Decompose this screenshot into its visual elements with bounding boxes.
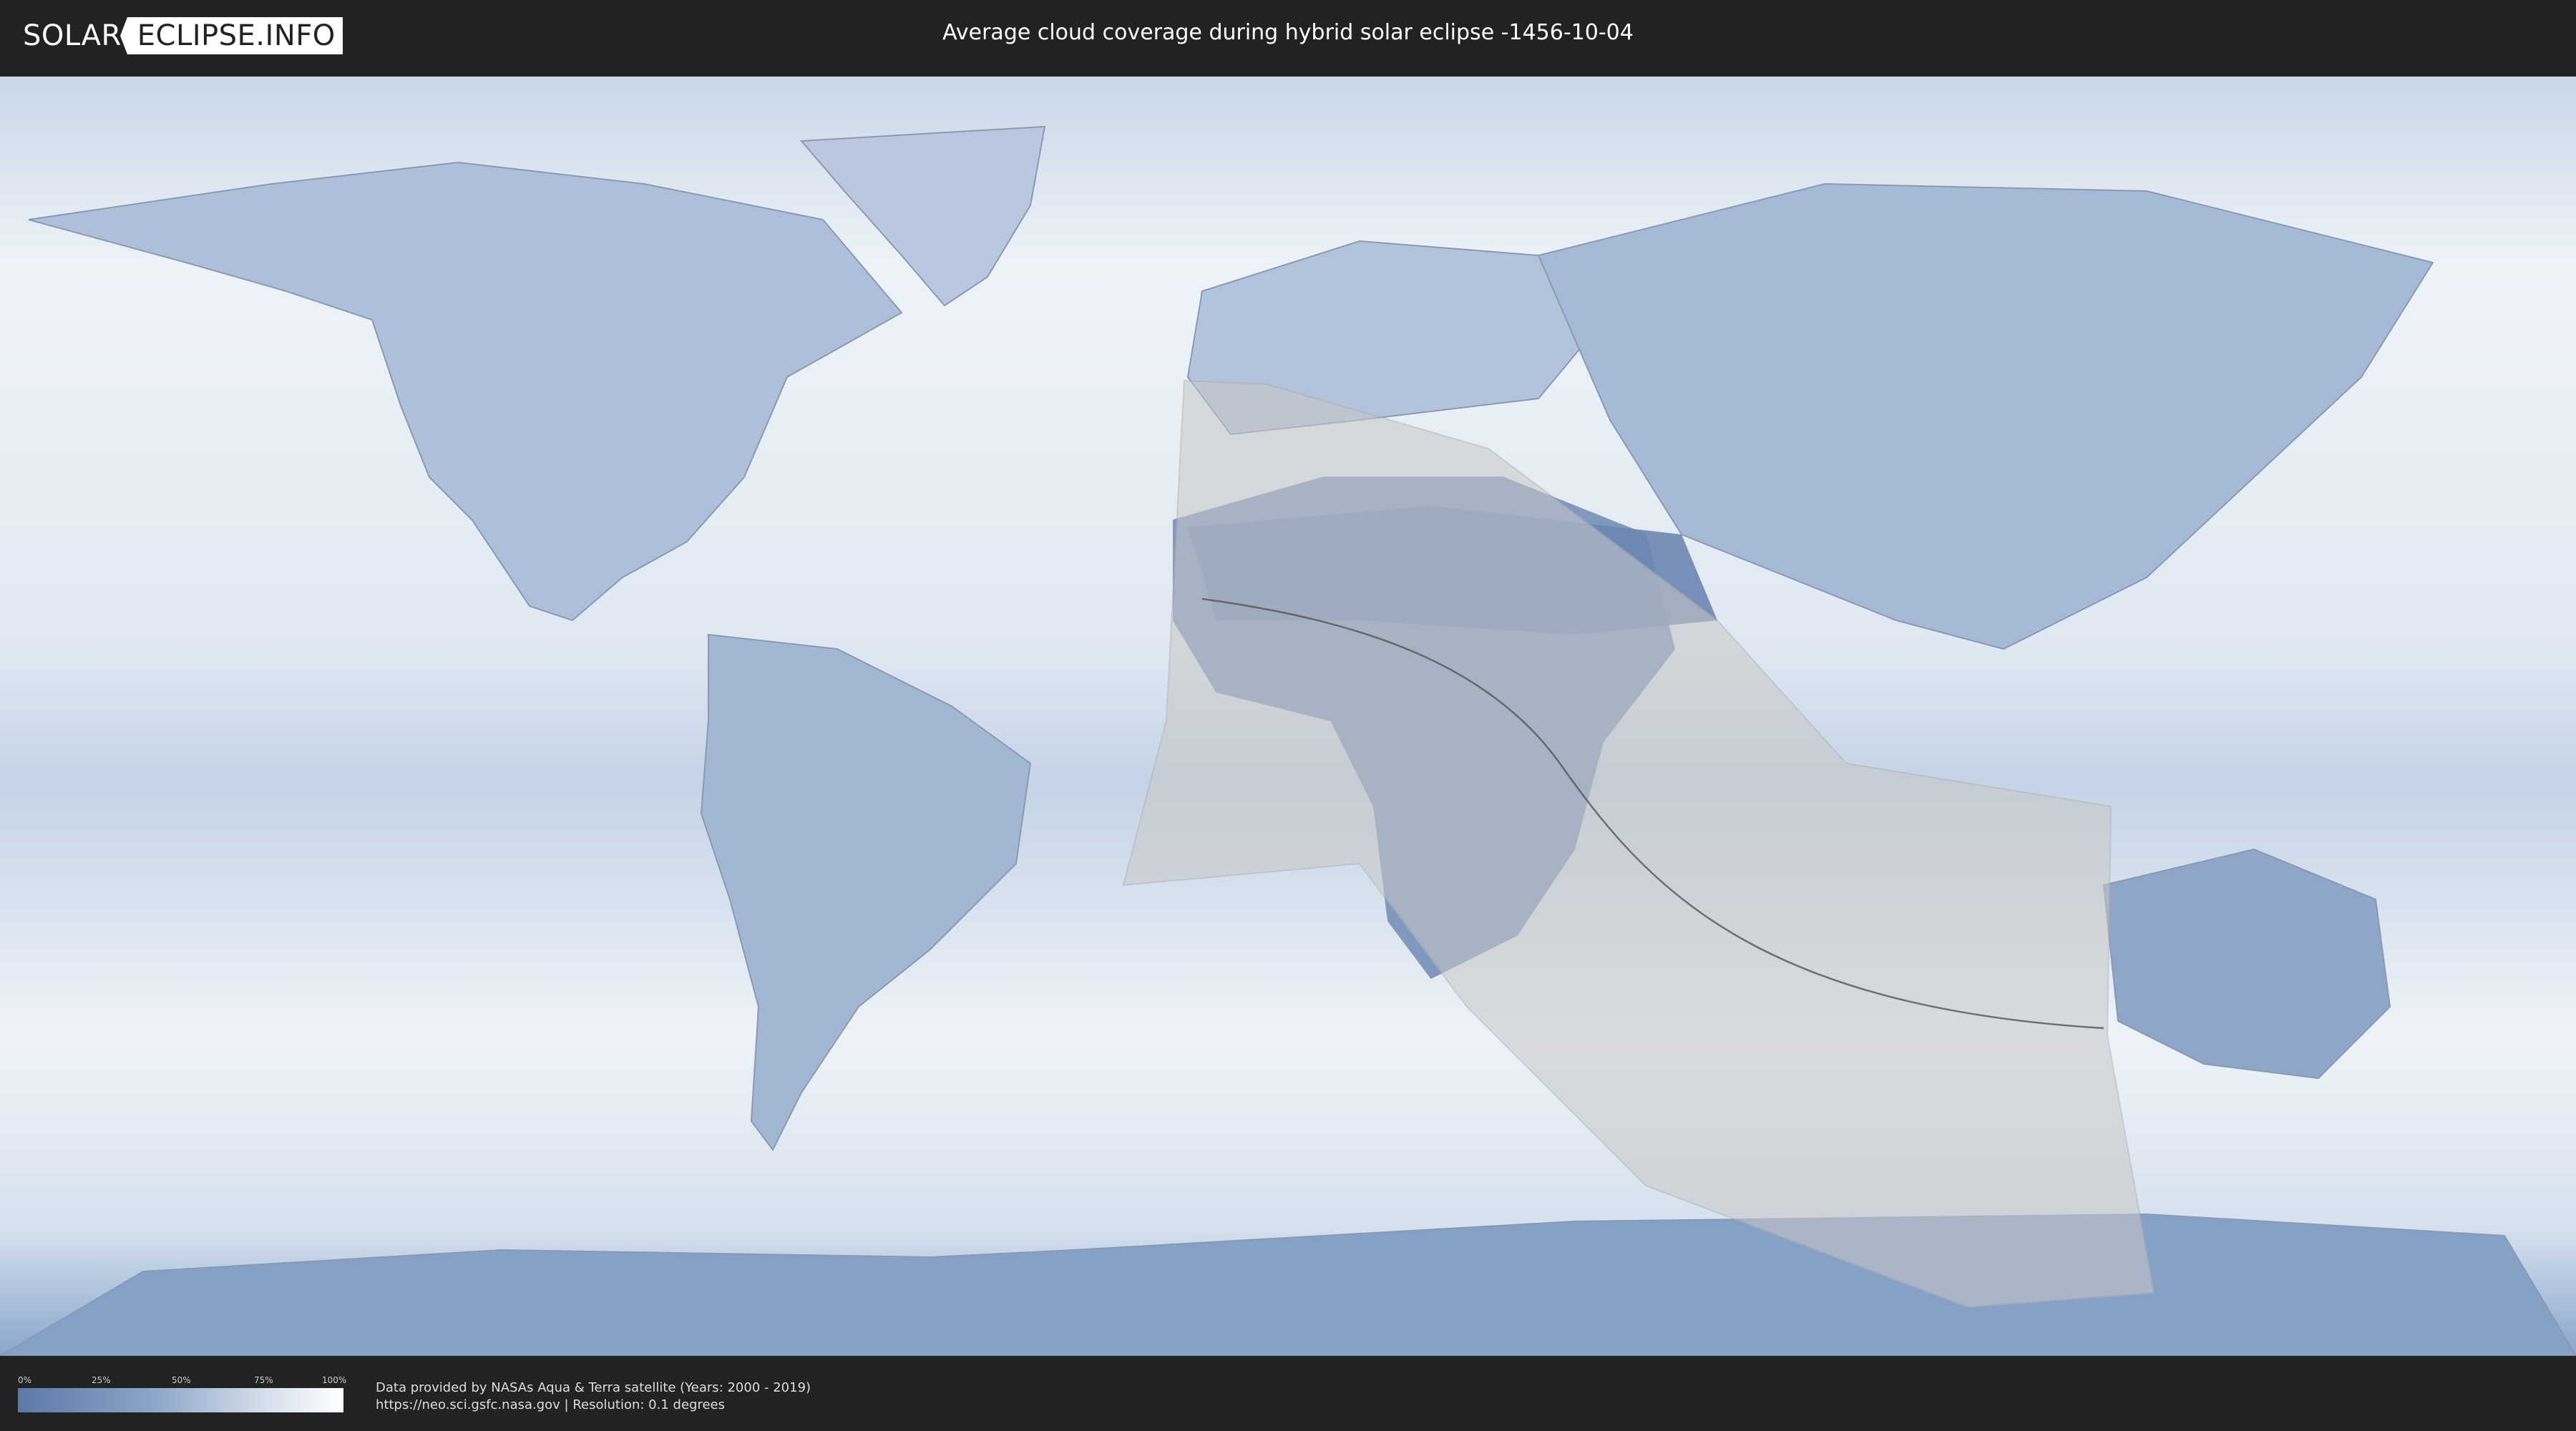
logo-solar-text: SOLAR bbox=[23, 19, 122, 52]
legend-tick-100: 100% bbox=[322, 1375, 347, 1385]
data-source-link[interactable]: https://neo.sci.gsfc.nasa.gov | Resoluti… bbox=[376, 1397, 725, 1412]
logo-eclipse-text: ECLIPSE.INFO bbox=[119, 17, 343, 54]
legend-tick-25: 25% bbox=[92, 1375, 111, 1385]
cloud-coverage-map[interactable] bbox=[0, 77, 2576, 1356]
cloud-cover-legend-scale bbox=[18, 1388, 343, 1412]
legend-tick-0: 0% bbox=[18, 1375, 32, 1385]
data-source-text: Data provided by NASAs Aqua & Terra sate… bbox=[376, 1380, 811, 1395]
legend-tick-50: 50% bbox=[172, 1375, 191, 1385]
header-bar: SOLAR ECLIPSE.INFO Average cloud coverag… bbox=[0, 0, 2576, 72]
site-logo[interactable]: SOLAR ECLIPSE.INFO bbox=[23, 17, 343, 54]
page-title: Average cloud coverage during hybrid sol… bbox=[942, 20, 1634, 45]
legend-tick-75: 75% bbox=[254, 1375, 273, 1385]
map-svg bbox=[0, 77, 2576, 1356]
footer-bar bbox=[0, 1359, 2576, 1431]
